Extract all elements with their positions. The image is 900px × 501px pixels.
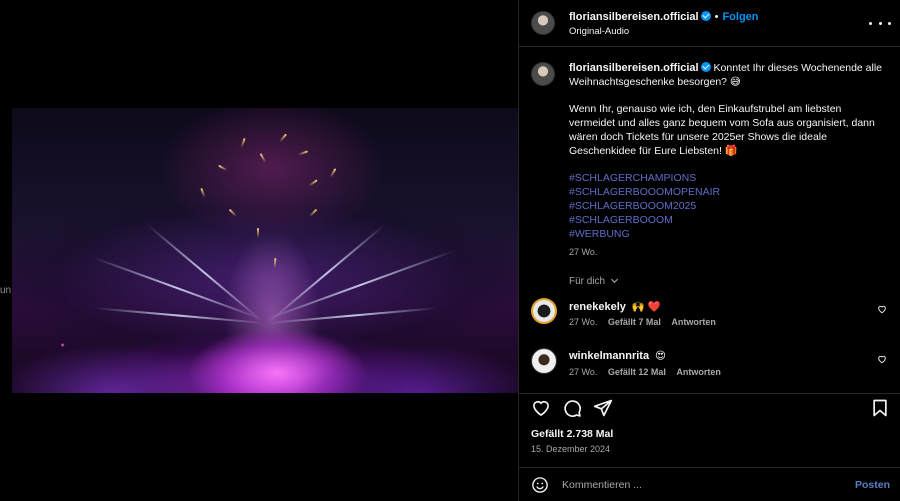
comment-item: winkelmannrita 😍 27 Wo. Gefällt 12 Mal A… [531, 346, 891, 386]
comment-like-heart-icon[interactable] [877, 304, 887, 314]
firework-spark [279, 133, 287, 143]
header-user-line: floriansilbereisen.official • Folgen [569, 11, 759, 23]
reply-button[interactable]: Antworten [671, 317, 716, 327]
comment-body: renekekely 🙌 ❤️ [569, 300, 661, 313]
comment-text: 🙌 ❤️ [631, 301, 661, 313]
post-like-count[interactable]: Gefällt 2.738 Mal [531, 428, 613, 440]
comment-likes-link[interactable]: Gefällt 7 Mal [608, 317, 661, 327]
comment-body: winkelmannrita 😍 [569, 350, 666, 362]
emoji-smiley-icon[interactable] [531, 476, 549, 494]
firework-spark [228, 208, 238, 218]
chevron-down-icon [610, 278, 618, 284]
follow-button[interactable]: Folgen [722, 11, 758, 23]
comment-age: 27 Wo. [569, 317, 598, 327]
comment-likes-link[interactable]: Gefällt 12 Mal [608, 367, 666, 377]
commenter-username[interactable]: winkelmannrita [569, 350, 649, 362]
hashtag-link[interactable]: #SCHLAGERBOOOM [569, 214, 889, 228]
audio-label[interactable]: Original-Audio [569, 26, 629, 37]
firework-spark [329, 168, 337, 178]
comment-meta: 27 Wo. Gefällt 12 Mal Antworten [569, 367, 729, 377]
hashtag-link[interactable]: #SCHLAGERBOOOM2025 [569, 200, 889, 214]
post-date: 15. Dezember 2024 [531, 444, 611, 454]
adjacent-post-hint: un [0, 285, 12, 296]
video-player[interactable] [12, 108, 518, 393]
comment-filter-label: Für dich [569, 276, 606, 287]
comment-age: 27 Wo. [569, 367, 598, 377]
hashtag-link[interactable]: #WERBUNG [569, 228, 889, 242]
bookmark-save-icon[interactable] [870, 398, 890, 418]
commenter-avatar[interactable] [531, 348, 557, 374]
firework-spark [308, 208, 318, 218]
more-options-icon[interactable] [869, 14, 891, 32]
add-comment-bar: Posten [519, 467, 900, 501]
share-send-icon[interactable] [593, 398, 613, 418]
comment-input[interactable] [562, 476, 842, 494]
post-actions-bar [519, 393, 900, 419]
firework-spark [308, 179, 318, 187]
firework-spark [218, 164, 228, 172]
verified-badge-icon [700, 62, 711, 72]
firework-spark [273, 257, 277, 269]
comment-meta: 27 Wo. Gefällt 7 Mal Antworten [569, 317, 724, 327]
post-header: floriansilbereisen.official • Folgen Origi… [519, 0, 900, 47]
reply-button[interactable]: Antworten [676, 367, 721, 377]
commenter-username[interactable]: renekekely [569, 301, 626, 313]
caption-username[interactable]: floriansilbereisen.official [569, 62, 699, 74]
like-heart-icon[interactable] [531, 398, 551, 418]
caption-text: floriansilbereisen.official Konntet Ihr … [569, 62, 889, 241]
commenter-avatar[interactable] [531, 298, 557, 324]
hashtag-list: #SCHLAGERCHAMPIONS #SCHLAGERBOOOMOPENAIR… [569, 172, 889, 241]
post-side-panel: floriansilbereisen.official • Folgen Origi… [518, 0, 900, 501]
firework-spark [240, 137, 246, 149]
firework-spark [297, 150, 309, 156]
separator: • [714, 11, 719, 23]
firework-spark [257, 228, 259, 238]
caption-author-avatar[interactable] [531, 62, 555, 86]
author-avatar[interactable] [531, 11, 555, 35]
comment-like-heart-icon[interactable] [877, 354, 887, 364]
caption-timestamp: 27 Wo. [569, 247, 598, 257]
verified-badge-icon [700, 11, 711, 21]
comment-item: renekekely 🙌 ❤️ 27 Wo. Gefällt 7 Mal Ant… [531, 296, 891, 336]
author-username[interactable]: floriansilbereisen.official [569, 11, 699, 23]
firework-spark [200, 187, 206, 199]
post-comment-button[interactable]: Posten [855, 479, 890, 491]
comment-text: 😍 [655, 350, 666, 362]
hashtag-link[interactable]: #SCHLAGERCHAMPIONS [569, 172, 889, 186]
comment-bubble-icon[interactable] [562, 398, 582, 418]
comment-filter-dropdown[interactable]: Für dich [569, 276, 619, 287]
media-pane: un [0, 0, 518, 501]
firework-spark [259, 153, 267, 163]
hashtag-link[interactable]: #SCHLAGERBOOOMOPENAIR [569, 186, 889, 200]
video-crowd-lights [12, 273, 518, 393]
caption-line-2: Wenn Ihr, genauso wie ich, den Einkaufst… [569, 103, 875, 157]
